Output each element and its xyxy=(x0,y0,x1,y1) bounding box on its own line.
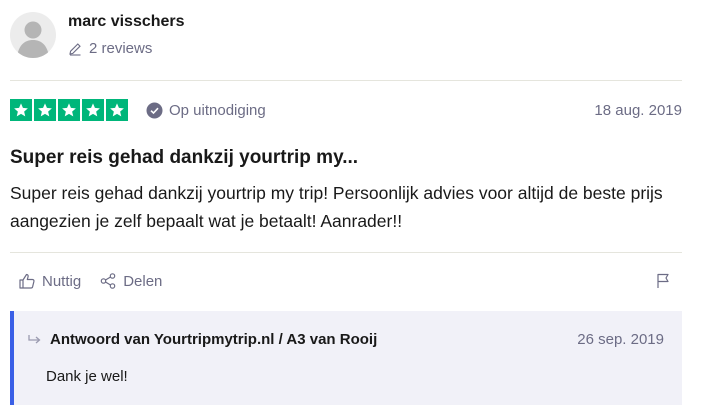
star-icon xyxy=(10,99,32,121)
star-icon xyxy=(82,99,104,121)
review-title[interactable]: Super reis gehad dankzij yourtrip my... xyxy=(10,146,358,170)
divider xyxy=(10,80,682,81)
star-rating xyxy=(10,99,128,121)
review-text: Super reis gehad dankzij yourtrip my tri… xyxy=(10,183,663,231)
verification-label: Op uitnodiging xyxy=(169,101,266,119)
company-reply: Antwoord van Yourtripmytrip.nl / A3 van … xyxy=(10,311,682,405)
reviews-count: 2 reviews xyxy=(68,40,185,58)
person-silhouette-icon xyxy=(17,21,49,58)
thumbs-up-icon xyxy=(18,272,36,290)
review-meta: Op uitnodiging 18 aug. 2019 xyxy=(10,97,682,123)
share-label: Delen xyxy=(123,272,163,290)
pencil-icon xyxy=(68,42,82,56)
reviews-count-label: 2 reviews xyxy=(89,40,153,57)
review-actions: Nuttig Delen xyxy=(18,270,672,292)
star-icon xyxy=(58,99,80,121)
share-icon xyxy=(99,272,117,290)
useful-button[interactable]: Nuttig xyxy=(18,272,81,290)
reply-header: Antwoord van Yourtripmytrip.nl / A3 van … xyxy=(28,331,664,348)
divider xyxy=(10,252,682,253)
share-button[interactable]: Delen xyxy=(99,272,162,290)
review-date: 18 aug. 2019 xyxy=(594,101,682,119)
star-icon xyxy=(106,99,128,121)
verification-badge[interactable]: Op uitnodiging xyxy=(146,102,266,119)
reply-date: 26 sep. 2019 xyxy=(577,331,664,348)
useful-label: Nuttig xyxy=(42,272,82,290)
flag-icon[interactable] xyxy=(654,272,672,290)
consumer-name[interactable]: marc visschers xyxy=(68,12,185,32)
reply-arrow-icon xyxy=(28,333,42,347)
consumer-header: marc visschers 2 reviews xyxy=(10,10,185,66)
avatar[interactable] xyxy=(10,12,56,58)
star-icon xyxy=(34,99,56,121)
check-circle-icon xyxy=(146,102,163,119)
reply-author: Antwoord van Yourtripmytrip.nl / A3 van … xyxy=(50,331,378,348)
reply-text: Dank je wel! xyxy=(46,368,128,385)
